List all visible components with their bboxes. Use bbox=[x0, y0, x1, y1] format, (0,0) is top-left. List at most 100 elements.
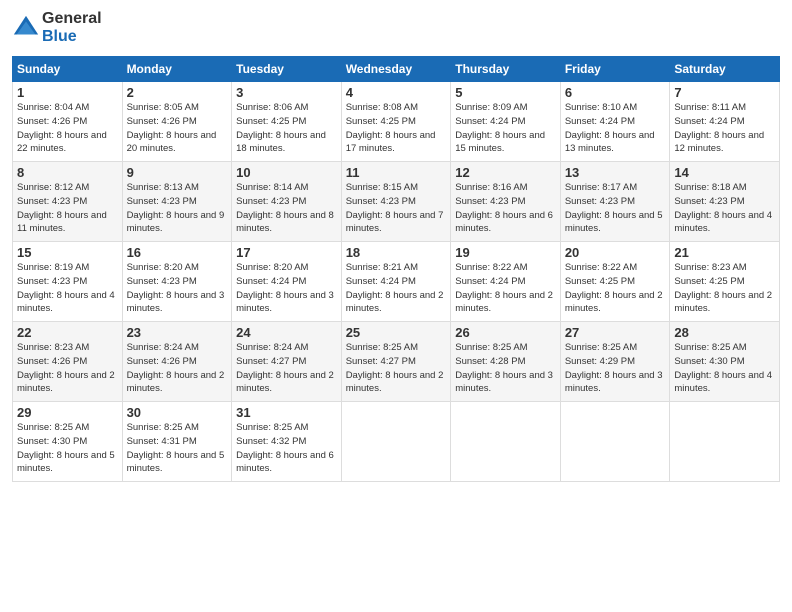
calendar-cell: 15 Sunrise: 8:19 AM Sunset: 4:23 PM Dayl… bbox=[13, 242, 123, 322]
day-info: Sunrise: 8:25 AM Sunset: 4:31 PM Dayligh… bbox=[127, 421, 228, 476]
calendar-cell: 19 Sunrise: 8:22 AM Sunset: 4:24 PM Dayl… bbox=[451, 242, 561, 322]
calendar-cell: 20 Sunrise: 8:22 AM Sunset: 4:25 PM Dayl… bbox=[560, 242, 670, 322]
day-number: 4 bbox=[346, 85, 447, 100]
calendar-cell: 6 Sunrise: 8:10 AM Sunset: 4:24 PM Dayli… bbox=[560, 82, 670, 162]
day-info: Sunrise: 8:06 AM Sunset: 4:25 PM Dayligh… bbox=[236, 101, 337, 156]
calendar-cell: 25 Sunrise: 8:25 AM Sunset: 4:27 PM Dayl… bbox=[341, 322, 451, 402]
day-number: 17 bbox=[236, 245, 337, 260]
day-info: Sunrise: 8:25 AM Sunset: 4:29 PM Dayligh… bbox=[565, 341, 666, 396]
day-number: 9 bbox=[127, 165, 228, 180]
calendar-cell: 12 Sunrise: 8:16 AM Sunset: 4:23 PM Dayl… bbox=[451, 162, 561, 242]
day-number: 20 bbox=[565, 245, 666, 260]
day-info: Sunrise: 8:25 AM Sunset: 4:30 PM Dayligh… bbox=[17, 421, 118, 476]
calendar-cell: 28 Sunrise: 8:25 AM Sunset: 4:30 PM Dayl… bbox=[670, 322, 780, 402]
day-number: 11 bbox=[346, 165, 447, 180]
day-number: 29 bbox=[17, 405, 118, 420]
day-info: Sunrise: 8:08 AM Sunset: 4:25 PM Dayligh… bbox=[346, 101, 447, 156]
calendar-cell: 11 Sunrise: 8:15 AM Sunset: 4:23 PM Dayl… bbox=[341, 162, 451, 242]
calendar-cell: 16 Sunrise: 8:20 AM Sunset: 4:23 PM Dayl… bbox=[122, 242, 232, 322]
day-info: Sunrise: 8:16 AM Sunset: 4:23 PM Dayligh… bbox=[455, 181, 556, 236]
calendar-cell: 7 Sunrise: 8:11 AM Sunset: 4:24 PM Dayli… bbox=[670, 82, 780, 162]
day-number: 25 bbox=[346, 325, 447, 340]
day-info: Sunrise: 8:22 AM Sunset: 4:25 PM Dayligh… bbox=[565, 261, 666, 316]
day-number: 3 bbox=[236, 85, 337, 100]
day-info: Sunrise: 8:22 AM Sunset: 4:24 PM Dayligh… bbox=[455, 261, 556, 316]
calendar-cell: 8 Sunrise: 8:12 AM Sunset: 4:23 PM Dayli… bbox=[13, 162, 123, 242]
day-number: 5 bbox=[455, 85, 556, 100]
day-info: Sunrise: 8:15 AM Sunset: 4:23 PM Dayligh… bbox=[346, 181, 447, 236]
calendar-cell: 18 Sunrise: 8:21 AM Sunset: 4:24 PM Dayl… bbox=[341, 242, 451, 322]
calendar-cell: 26 Sunrise: 8:25 AM Sunset: 4:28 PM Dayl… bbox=[451, 322, 561, 402]
day-number: 27 bbox=[565, 325, 666, 340]
day-header: Saturday bbox=[670, 57, 780, 82]
day-number: 23 bbox=[127, 325, 228, 340]
day-info: Sunrise: 8:24 AM Sunset: 4:26 PM Dayligh… bbox=[127, 341, 228, 396]
calendar-cell bbox=[341, 402, 451, 482]
day-header: Sunday bbox=[13, 57, 123, 82]
day-number: 7 bbox=[674, 85, 775, 100]
day-number: 22 bbox=[17, 325, 118, 340]
day-info: Sunrise: 8:25 AM Sunset: 4:28 PM Dayligh… bbox=[455, 341, 556, 396]
day-info: Sunrise: 8:25 AM Sunset: 4:32 PM Dayligh… bbox=[236, 421, 337, 476]
calendar-cell: 30 Sunrise: 8:25 AM Sunset: 4:31 PM Dayl… bbox=[122, 402, 232, 482]
day-info: Sunrise: 8:23 AM Sunset: 4:25 PM Dayligh… bbox=[674, 261, 775, 316]
day-number: 16 bbox=[127, 245, 228, 260]
day-info: Sunrise: 8:13 AM Sunset: 4:23 PM Dayligh… bbox=[127, 181, 228, 236]
calendar-cell bbox=[451, 402, 561, 482]
day-number: 13 bbox=[565, 165, 666, 180]
day-number: 12 bbox=[455, 165, 556, 180]
day-info: Sunrise: 8:09 AM Sunset: 4:24 PM Dayligh… bbox=[455, 101, 556, 156]
calendar-cell: 5 Sunrise: 8:09 AM Sunset: 4:24 PM Dayli… bbox=[451, 82, 561, 162]
day-info: Sunrise: 8:12 AM Sunset: 4:23 PM Dayligh… bbox=[17, 181, 118, 236]
day-info: Sunrise: 8:25 AM Sunset: 4:30 PM Dayligh… bbox=[674, 341, 775, 396]
day-header: Thursday bbox=[451, 57, 561, 82]
day-number: 19 bbox=[455, 245, 556, 260]
day-info: Sunrise: 8:25 AM Sunset: 4:27 PM Dayligh… bbox=[346, 341, 447, 396]
day-info: Sunrise: 8:23 AM Sunset: 4:26 PM Dayligh… bbox=[17, 341, 118, 396]
day-number: 1 bbox=[17, 85, 118, 100]
day-info: Sunrise: 8:20 AM Sunset: 4:24 PM Dayligh… bbox=[236, 261, 337, 316]
day-number: 15 bbox=[17, 245, 118, 260]
day-info: Sunrise: 8:10 AM Sunset: 4:24 PM Dayligh… bbox=[565, 101, 666, 156]
calendar-cell: 31 Sunrise: 8:25 AM Sunset: 4:32 PM Dayl… bbox=[232, 402, 342, 482]
day-header: Wednesday bbox=[341, 57, 451, 82]
calendar-cell: 22 Sunrise: 8:23 AM Sunset: 4:26 PM Dayl… bbox=[13, 322, 123, 402]
day-info: Sunrise: 8:18 AM Sunset: 4:23 PM Dayligh… bbox=[674, 181, 775, 236]
day-number: 14 bbox=[674, 165, 775, 180]
calendar-cell: 2 Sunrise: 8:05 AM Sunset: 4:26 PM Dayli… bbox=[122, 82, 232, 162]
day-info: Sunrise: 8:19 AM Sunset: 4:23 PM Dayligh… bbox=[17, 261, 118, 316]
day-number: 21 bbox=[674, 245, 775, 260]
calendar-cell: 29 Sunrise: 8:25 AM Sunset: 4:30 PM Dayl… bbox=[13, 402, 123, 482]
day-number: 10 bbox=[236, 165, 337, 180]
day-header: Monday bbox=[122, 57, 232, 82]
calendar-cell: 10 Sunrise: 8:14 AM Sunset: 4:23 PM Dayl… bbox=[232, 162, 342, 242]
day-info: Sunrise: 8:11 AM Sunset: 4:24 PM Dayligh… bbox=[674, 101, 775, 156]
calendar-cell: 14 Sunrise: 8:18 AM Sunset: 4:23 PM Dayl… bbox=[670, 162, 780, 242]
day-info: Sunrise: 8:17 AM Sunset: 4:23 PM Dayligh… bbox=[565, 181, 666, 236]
day-number: 18 bbox=[346, 245, 447, 260]
day-header: Friday bbox=[560, 57, 670, 82]
day-number: 30 bbox=[127, 405, 228, 420]
calendar-cell: 9 Sunrise: 8:13 AM Sunset: 4:23 PM Dayli… bbox=[122, 162, 232, 242]
calendar-cell: 1 Sunrise: 8:04 AM Sunset: 4:26 PM Dayli… bbox=[13, 82, 123, 162]
calendar-cell: 23 Sunrise: 8:24 AM Sunset: 4:26 PM Dayl… bbox=[122, 322, 232, 402]
day-info: Sunrise: 8:05 AM Sunset: 4:26 PM Dayligh… bbox=[127, 101, 228, 156]
header: General Blue bbox=[12, 10, 780, 46]
logo-icon bbox=[12, 14, 40, 42]
calendar-cell bbox=[560, 402, 670, 482]
calendar-cell: 4 Sunrise: 8:08 AM Sunset: 4:25 PM Dayli… bbox=[341, 82, 451, 162]
calendar-cell: 17 Sunrise: 8:20 AM Sunset: 4:24 PM Dayl… bbox=[232, 242, 342, 322]
day-info: Sunrise: 8:20 AM Sunset: 4:23 PM Dayligh… bbox=[127, 261, 228, 316]
page-container: General Blue SundayMondayTuesdayWednesda… bbox=[0, 0, 792, 492]
day-number: 8 bbox=[17, 165, 118, 180]
day-number: 31 bbox=[236, 405, 337, 420]
day-number: 2 bbox=[127, 85, 228, 100]
day-info: Sunrise: 8:14 AM Sunset: 4:23 PM Dayligh… bbox=[236, 181, 337, 236]
day-number: 26 bbox=[455, 325, 556, 340]
day-number: 28 bbox=[674, 325, 775, 340]
calendar-cell: 24 Sunrise: 8:24 AM Sunset: 4:27 PM Dayl… bbox=[232, 322, 342, 402]
day-number: 6 bbox=[565, 85, 666, 100]
calendar-cell: 21 Sunrise: 8:23 AM Sunset: 4:25 PM Dayl… bbox=[670, 242, 780, 322]
day-info: Sunrise: 8:21 AM Sunset: 4:24 PM Dayligh… bbox=[346, 261, 447, 316]
calendar-cell: 27 Sunrise: 8:25 AM Sunset: 4:29 PM Dayl… bbox=[560, 322, 670, 402]
